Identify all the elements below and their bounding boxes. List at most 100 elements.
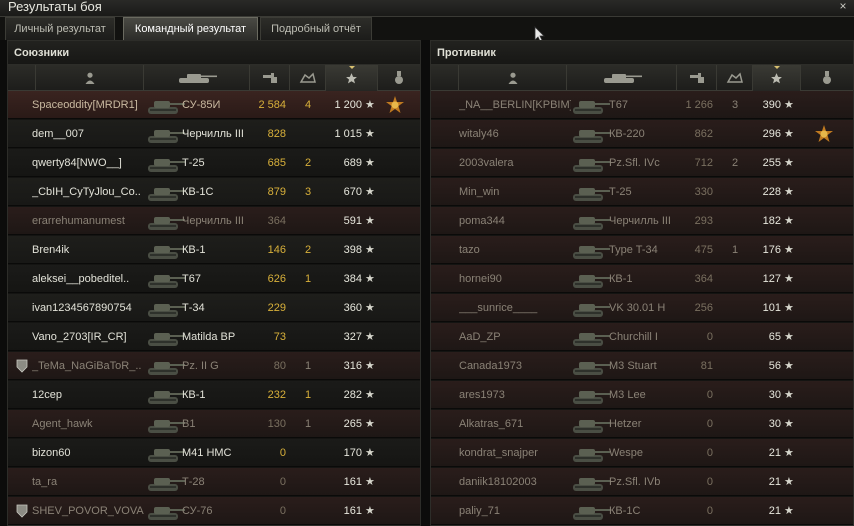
- player-row[interactable]: dem__007 Черчилль III 828 1 015 ★: [8, 120, 420, 148]
- medal-column-header[interactable]: [378, 65, 420, 91]
- damage-value: 0: [706, 476, 713, 488]
- damage-column-header[interactable]: [677, 65, 717, 91]
- vehicle-column-header[interactable]: [567, 65, 677, 91]
- enemies-column-header: [431, 65, 853, 91]
- score-star-icon: ★: [365, 273, 375, 285]
- damage-value: 475: [694, 244, 713, 256]
- player-name: Agent_hawk: [32, 418, 93, 430]
- player-row[interactable]: daniik18102003 Pz.Sfl. IVb 0 21 ★: [431, 468, 853, 496]
- vehicle-icon: [573, 333, 610, 346]
- player-column-header[interactable]: [459, 65, 567, 91]
- score-value: 282: [343, 389, 362, 401]
- score-value: 398: [343, 244, 362, 256]
- player-row[interactable]: bizon60 M41 HMC 0 170 ★: [8, 439, 420, 467]
- score-column-header[interactable]: [753, 65, 801, 91]
- player-row[interactable]: poma344 Черчилль III 293 182 ★: [431, 207, 853, 235]
- damage-value: 0: [706, 505, 713, 517]
- platoon-icon[interactable]: [431, 65, 459, 91]
- vehicle-icon: [573, 478, 610, 491]
- player-row[interactable]: ta_ra Т-28 0 161 ★: [8, 468, 420, 496]
- score-star-icon: ★: [365, 505, 375, 517]
- player-name: dem__007: [32, 128, 84, 140]
- tab-detailed-report[interactable]: Подробный отчёт: [260, 17, 372, 40]
- player-row[interactable]: 12cep КВ-1 232 1 282 ★: [8, 381, 420, 409]
- player-row[interactable]: Agent_hawk B1 130 1 265 ★: [8, 410, 420, 438]
- player-row[interactable]: Min_win Т-25 330 228 ★: [431, 178, 853, 206]
- player-name: erarrehumanumest: [32, 215, 125, 227]
- player-row[interactable]: Alkatras_671 Hetzer 0 30 ★: [431, 410, 853, 438]
- vehicle-name: Т-25: [182, 157, 205, 169]
- player-row[interactable]: paliy_71 КВ-1С 0 21 ★: [431, 497, 853, 525]
- damage-value: 130: [267, 418, 286, 430]
- score-star-icon: ★: [784, 244, 794, 256]
- vehicle-name: Pz. II G: [182, 360, 219, 372]
- vehicle-icon: [148, 246, 185, 259]
- damage-value: 229: [267, 302, 286, 314]
- damage-value: 232: [267, 389, 286, 401]
- frags-column-header[interactable]: [290, 65, 326, 91]
- player-row[interactable]: erarrehumanumest Черчилль III 364 591 ★: [8, 207, 420, 235]
- player-row[interactable]: witaly46 КВ-220 862 296 ★: [431, 120, 853, 148]
- score-value: 316: [343, 360, 362, 372]
- player-row[interactable]: ivan1234567890754 Т-34 229 360 ★: [8, 294, 420, 322]
- vehicle-name: Pz.Sfl. IVb: [609, 476, 661, 488]
- player-row[interactable]: Spaceoddity[MRDR1] СУ-85И 2 584 4 1 200 ★: [8, 91, 420, 119]
- vehicle-column-header[interactable]: [144, 65, 250, 91]
- score-star-icon: ★: [365, 389, 375, 401]
- medal-award-icon[interactable]: [386, 96, 404, 114]
- close-icon[interactable]: ×: [836, 0, 850, 14]
- medal-icon: [823, 71, 831, 84]
- vehicle-icon: [573, 275, 610, 288]
- player-row[interactable]: ares1973 M3 Lee 0 30 ★: [431, 381, 853, 409]
- frags-value: [290, 468, 326, 496]
- tab-personal-result[interactable]: Личный результат: [5, 17, 115, 40]
- vehicle-name: Черчилль III: [182, 128, 244, 140]
- score-star-icon: [346, 72, 357, 83]
- player-row[interactable]: Bren4ik КВ-1 146 2 398 ★: [8, 236, 420, 264]
- frags-value: [717, 352, 753, 380]
- score-value: 390: [762, 99, 781, 111]
- player-row[interactable]: _CbIH_CyTyJlou_Co.. КВ-1С 879 3 670 ★: [8, 178, 420, 206]
- frags-value: 1: [304, 360, 312, 372]
- medal-award-icon[interactable]: [815, 125, 833, 143]
- frags-value: [717, 323, 753, 351]
- player-row[interactable]: Vano_2703[IR_CR] Matilda BP 73 327 ★: [8, 323, 420, 351]
- player-column-header[interactable]: [36, 65, 144, 91]
- player-row[interactable]: Canada1973 M3 Stuart 81 56 ★: [431, 352, 853, 380]
- score-value: 670: [343, 186, 362, 198]
- platoon-icon: [16, 504, 28, 518]
- player-row[interactable]: aleksei__pobeditel.. T67 626 1 384 ★: [8, 265, 420, 293]
- player-row[interactable]: tazo Type T-34 475 1 176 ★: [431, 236, 853, 264]
- vehicle-name: КВ-1С: [182, 186, 214, 198]
- player-icon: [85, 72, 94, 84]
- frags-column-header[interactable]: [717, 65, 753, 91]
- player-row[interactable]: hornei90 КВ-1 364 127 ★: [431, 265, 853, 293]
- score-value: 182: [762, 215, 781, 227]
- medal-column-header[interactable]: [801, 65, 853, 91]
- player-name: qwerty84[NWO__]: [32, 157, 122, 169]
- player-row[interactable]: kondrat_snajper Wespe 0 21 ★: [431, 439, 853, 467]
- player-row[interactable]: ___sunrice____ VK 30.01 H 256 101 ★: [431, 294, 853, 322]
- score-value: 101: [762, 302, 781, 314]
- player-row[interactable]: _NA__BERLIN[KPBIM] T67 1 266 3 390 ★: [431, 91, 853, 119]
- score-column-header[interactable]: [326, 65, 378, 91]
- player-row[interactable]: 2003valera Pz.Sfl. IVc 712 2 255 ★: [431, 149, 853, 177]
- tab-team-result[interactable]: Командный результат: [123, 17, 258, 40]
- player-name: hornei90: [459, 273, 502, 285]
- damage-column-header[interactable]: [250, 65, 290, 91]
- score-star-icon: ★: [784, 505, 794, 517]
- player-row[interactable]: _TeMa_NaGiBaToR_.. Pz. II G 80 1 316 ★: [8, 352, 420, 380]
- score-value: 1 015: [334, 128, 362, 140]
- tab-bar: Личный результат Командный результат Под…: [0, 17, 854, 40]
- vehicle-icon: [573, 420, 610, 433]
- window-title: Результаты боя: [8, 0, 102, 14]
- player-name: _CbIH_CyTyJlou_Co..: [32, 186, 141, 198]
- player-row[interactable]: qwerty84[NWO__] Т-25 685 2 689 ★: [8, 149, 420, 177]
- score-value: 30: [768, 389, 781, 401]
- player-row[interactable]: SHEV_POVOR_VOVA.. СУ-76 0 161 ★: [8, 497, 420, 525]
- score-value: 65: [768, 331, 781, 343]
- platoon-icon[interactable]: [8, 65, 36, 91]
- vehicle-name: Черчилль III: [182, 215, 244, 227]
- player-row[interactable]: AaD_ZP Churchill I 0 65 ★: [431, 323, 853, 351]
- vehicle-icon: [573, 159, 610, 172]
